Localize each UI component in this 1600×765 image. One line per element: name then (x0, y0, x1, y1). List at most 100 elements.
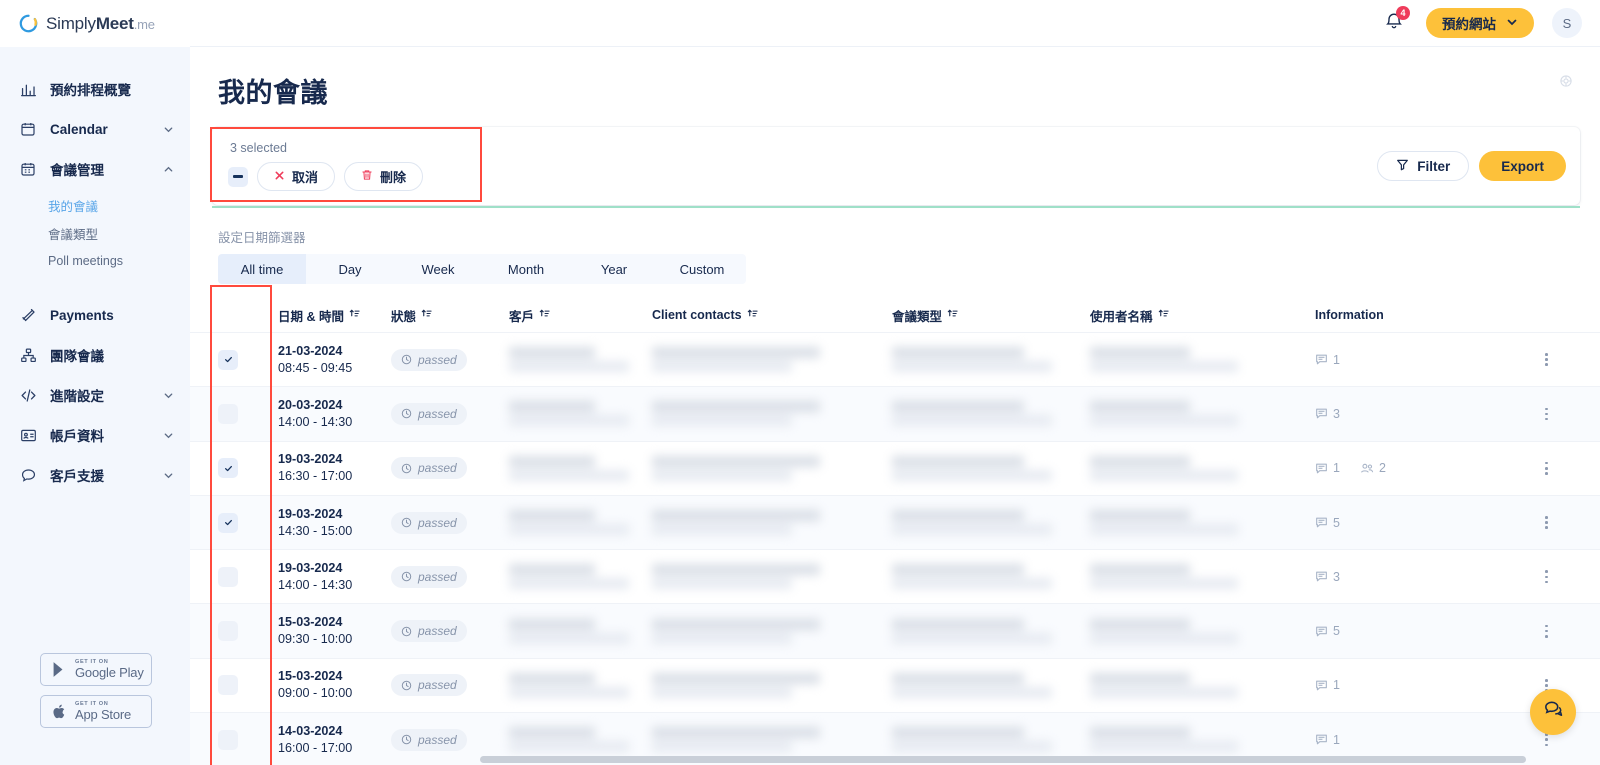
comments-indicator[interactable]: 1 (1315, 678, 1340, 692)
sidebar-item-account-info[interactable]: 帳戶資料 (0, 415, 190, 455)
comments-indicator[interactable]: 1 (1315, 353, 1340, 367)
sidebar-item-calendar[interactable]: Calendar (0, 109, 190, 149)
column-header-meeting-type[interactable]: 會議類型 (892, 306, 1090, 325)
kebab-menu-icon[interactable] (1545, 353, 1548, 367)
sidebar-item-my-meetings[interactable]: 我的會議 (0, 191, 190, 219)
redacted-client (509, 618, 652, 644)
sidebar-item-customer-support[interactable]: 客戶支援 (0, 455, 190, 495)
sidebar-item-poll-meetings[interactable]: Poll meetings (0, 247, 190, 275)
sort-icon[interactable] (1158, 308, 1169, 322)
selection-toolbar: 3 selected 取消 刪除 Filter Export (212, 127, 1580, 208)
column-header-client-contacts[interactable]: Client contacts (652, 308, 892, 322)
row-checkbox-unchecked[interactable] (218, 675, 238, 696)
redacted-user (1090, 618, 1315, 644)
avatar[interactable]: S (1552, 8, 1582, 38)
row-username-cell (1090, 398, 1315, 429)
table-row[interactable]: 19-03-2024 16:30 - 17:00 passed 1 2 (190, 440, 1600, 495)
chevron-up-icon[interactable] (162, 164, 174, 175)
status-badge: passed (391, 565, 467, 588)
row-date: 21-03-2024 (278, 343, 343, 358)
status-badge: passed (391, 348, 467, 371)
tab-month[interactable]: Month (482, 254, 570, 284)
brand-logo[interactable]: SimplyMeet.me (0, 0, 190, 47)
kebab-menu-icon[interactable] (1545, 407, 1548, 421)
row-checkbox-unchecked[interactable] (218, 729, 238, 750)
gear-icon[interactable] (1558, 73, 1574, 94)
comments-indicator[interactable]: 5 (1315, 624, 1340, 638)
table-row[interactable]: 15-03-2024 09:00 - 10:00 passed 1 (190, 657, 1600, 712)
kebab-menu-icon[interactable] (1545, 733, 1548, 747)
selection-actions: 取消 刪除 (228, 162, 424, 191)
sidebar-item-team-meetings[interactable]: 團隊會議 (0, 335, 190, 375)
kebab-menu-icon[interactable] (1545, 570, 1548, 584)
tab-day[interactable]: Day (306, 254, 394, 284)
column-header-status[interactable]: 狀態 (391, 306, 509, 325)
attendees-indicator[interactable]: 2 (1360, 461, 1386, 475)
sort-icon[interactable] (349, 308, 360, 322)
cancel-button[interactable]: 取消 (257, 162, 336, 191)
sidebar-item-advanced-settings[interactable]: 進階設定 (0, 375, 190, 415)
table-row[interactable]: 19-03-2024 14:00 - 14:30 passed 3 (190, 549, 1600, 603)
sidebar-item-payments[interactable]: Payments (0, 295, 190, 335)
row-information-cell: 5 (1315, 624, 1600, 638)
status-badge: passed (391, 674, 467, 697)
row-checkbox-unchecked[interactable] (218, 403, 238, 424)
chevron-down-icon[interactable] (162, 430, 174, 441)
comments-indicator[interactable]: 5 (1315, 516, 1340, 530)
sort-icon[interactable] (539, 308, 550, 322)
app-store-badge[interactable]: GET IT ON App Store (40, 695, 152, 728)
sort-icon[interactable] (421, 308, 432, 322)
kebab-menu-icon[interactable] (1545, 516, 1548, 529)
table-row[interactable]: 21-03-2024 08:45 - 09:45 passed 1 (190, 332, 1600, 386)
row-checkbox-checked[interactable] (218, 349, 238, 370)
google-play-badge[interactable]: GET IT ON Google Play (40, 653, 152, 686)
filter-button[interactable]: Filter (1377, 151, 1470, 181)
booking-site-button[interactable]: 預約網站 (1426, 8, 1534, 38)
sidebar-nav: 預約排程概覽 Calendar 會議管理 我的會議 會議類型 Poll meet… (0, 47, 190, 495)
row-checkbox-checked[interactable] (218, 458, 238, 479)
notifications-button[interactable]: 4 (1384, 5, 1410, 36)
topbar: 4 預約網站 S (190, 0, 1600, 47)
column-header-client[interactable]: 客戶 (509, 306, 652, 325)
table-row[interactable]: 20-03-2024 14:00 - 14:30 passed 3 (190, 386, 1600, 441)
delete-button[interactable]: 刪除 (344, 162, 424, 191)
sort-icon[interactable] (947, 308, 958, 322)
kebab-menu-icon[interactable] (1545, 461, 1548, 475)
tab-year[interactable]: Year (570, 254, 658, 284)
sidebar: SimplyMeet.me 預約排程概覽 Calendar 會議管理 我的會議 … (0, 0, 190, 765)
row-checkbox-checked[interactable] (218, 512, 238, 533)
chevron-down-icon[interactable] (162, 124, 174, 135)
row-checkbox-unchecked[interactable] (218, 566, 238, 587)
chevron-down-icon[interactable] (162, 470, 174, 481)
master-checkbox[interactable] (228, 166, 248, 187)
column-header-username[interactable]: 使用者名稱 (1090, 306, 1315, 325)
tab-week[interactable]: Week (394, 254, 482, 284)
close-x-icon (274, 169, 285, 184)
chat-widget-button[interactable] (1530, 689, 1576, 735)
sort-icon[interactable] (747, 308, 758, 322)
tab-all-time[interactable]: All time (218, 254, 306, 284)
row-status-cell: passed (391, 348, 509, 371)
table-row[interactable]: 15-03-2024 09:30 - 10:00 passed 5 (190, 603, 1600, 658)
row-client-contacts-cell (652, 670, 892, 701)
export-button[interactable]: Export (1479, 151, 1566, 181)
tab-custom[interactable]: Custom (658, 254, 746, 284)
row-checkbox-unchecked[interactable] (218, 621, 238, 642)
chevron-down-icon[interactable] (162, 390, 174, 401)
status-badge-label: passed (418, 461, 457, 476)
comments-indicator[interactable]: 3 (1315, 407, 1340, 421)
row-status-cell: passed (391, 728, 509, 751)
people-icon (1361, 463, 1374, 473)
row-status-cell: passed (391, 511, 509, 534)
comments-indicator[interactable]: 1 (1315, 461, 1340, 475)
kebab-menu-icon[interactable] (1545, 624, 1548, 638)
sidebar-item-meeting-management[interactable]: 會議管理 (0, 149, 190, 189)
sidebar-item-dashboard[interactable]: 預約排程概覽 (0, 69, 190, 109)
comments-indicator[interactable]: 3 (1315, 570, 1340, 584)
column-header-datetime[interactable]: 日期 & 時間 (278, 306, 391, 325)
horizontal-scrollbar[interactable] (480, 756, 1526, 763)
comments-indicator[interactable]: 1 (1315, 733, 1340, 747)
table-row[interactable]: 19-03-2024 14:30 - 15:00 passed 5 (190, 494, 1600, 550)
redacted-mtype (892, 510, 1090, 536)
sidebar-item-meeting-types[interactable]: 會議類型 (0, 219, 190, 247)
